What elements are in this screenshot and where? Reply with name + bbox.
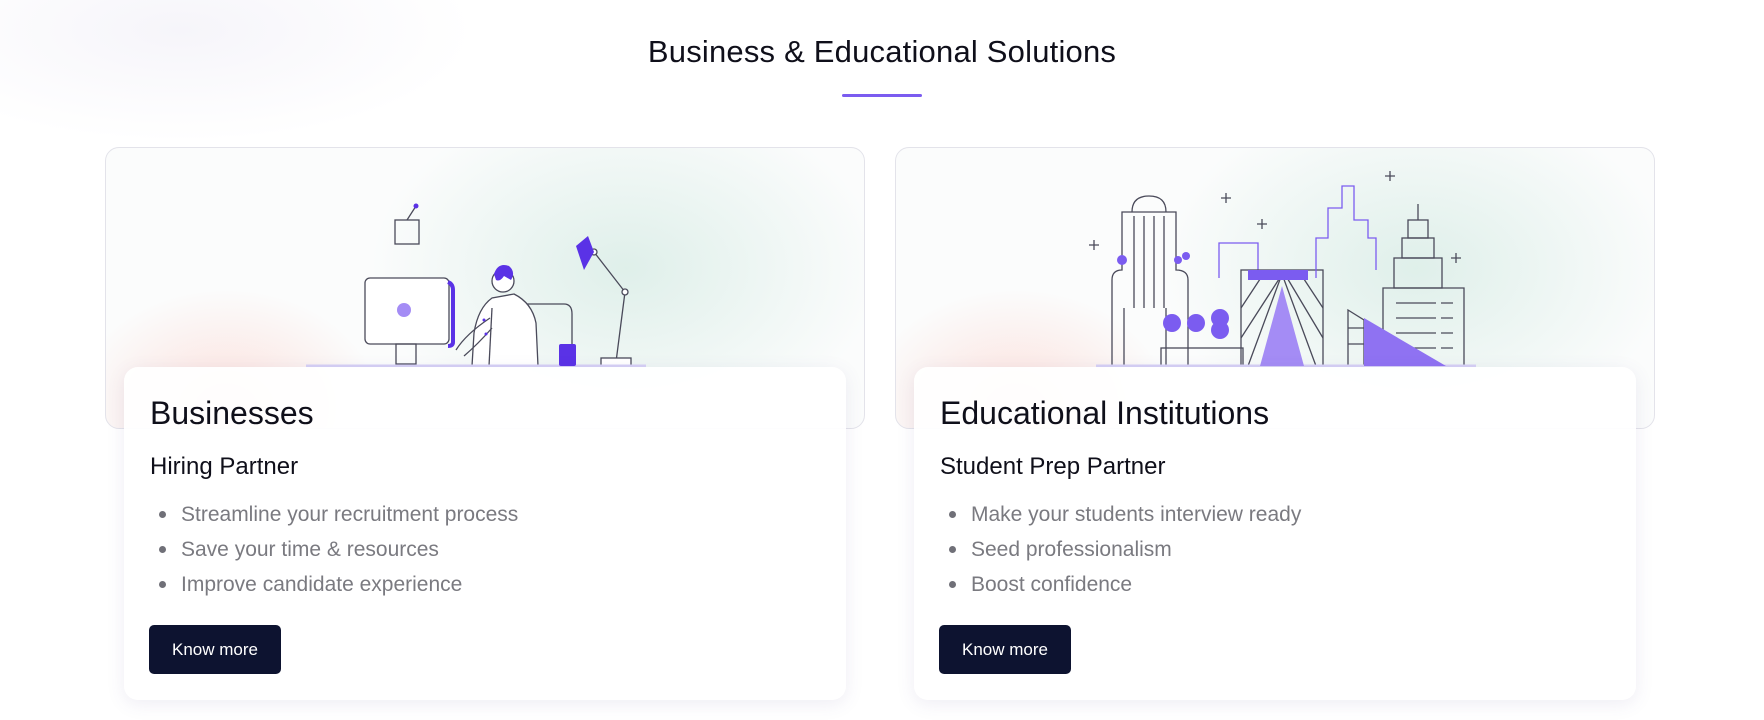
- card-heading: Educational Institutions: [940, 395, 1270, 431]
- card-content: Businesses Hiring Partner Streamline you…: [124, 367, 846, 700]
- list-item-text: Seed professionalism: [971, 538, 1172, 561]
- know-more-button[interactable]: Know more: [939, 625, 1071, 674]
- title-underline: [842, 94, 922, 97]
- list-item: Seed professionalism: [940, 532, 1610, 567]
- card-subheading: Hiring Partner: [150, 453, 299, 480]
- card-subheading: Student Prep Partner: [940, 453, 1166, 480]
- bullet-icon: [159, 581, 166, 588]
- list-item-text: Boost confidence: [971, 573, 1133, 596]
- benefits-list: Streamline your recruitment process Save…: [150, 497, 820, 602]
- list-item-text: Improve candidate experience: [181, 573, 463, 596]
- bullet-icon: [949, 546, 956, 553]
- bullet-icon: [159, 511, 166, 518]
- benefits-list: Make your students interview ready Seed …: [940, 497, 1610, 602]
- list-item: Make your students interview ready: [940, 497, 1610, 532]
- list-item: Streamline your recruitment process: [150, 497, 820, 532]
- card-content: Educational Institutions Student Prep Pa…: [914, 367, 1636, 700]
- bullet-icon: [159, 546, 166, 553]
- list-item-text: Make your students interview ready: [971, 503, 1302, 526]
- section-title: Business & Educational Solutions: [647, 34, 1117, 69]
- know-more-button[interactable]: Know more: [149, 625, 281, 674]
- list-item: Improve candidate experience: [150, 567, 820, 602]
- list-item-text: Save your time & resources: [181, 538, 439, 561]
- card-heading: Businesses: [150, 395, 314, 431]
- list-item: Boost confidence: [940, 567, 1610, 602]
- list-item: Save your time & resources: [150, 532, 820, 567]
- bullet-icon: [949, 511, 956, 518]
- bullet-icon: [949, 581, 956, 588]
- solutions-section: Business & Educational Solutions Busines…: [0, 0, 1764, 720]
- list-item-text: Streamline your recruitment process: [181, 503, 519, 526]
